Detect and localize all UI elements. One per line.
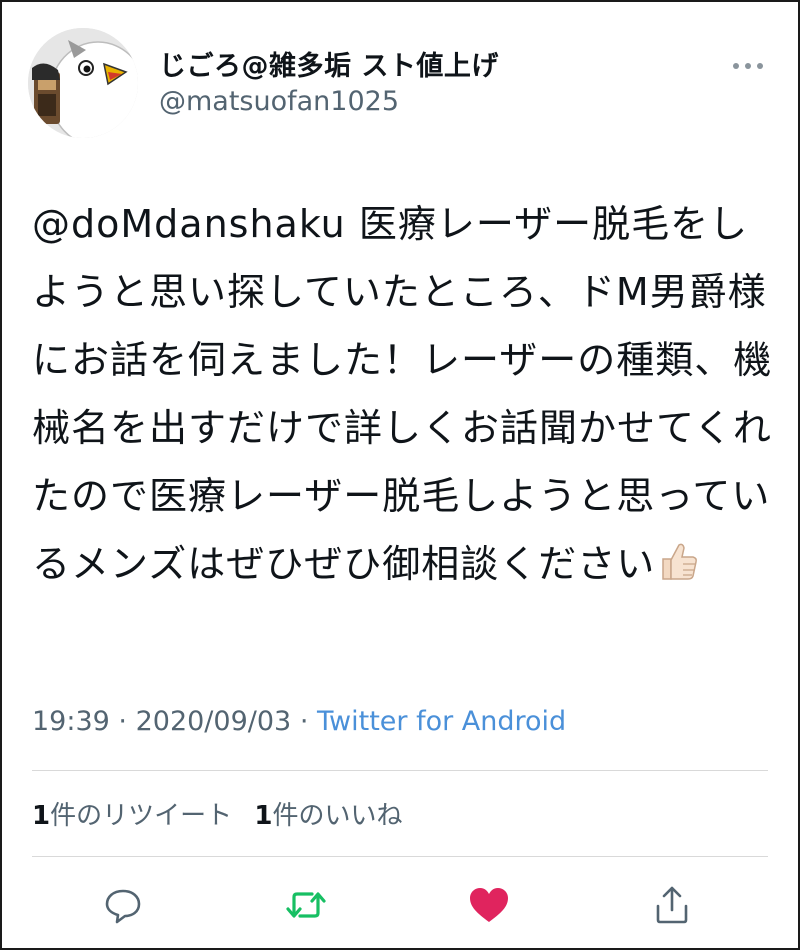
display-name[interactable]: じごろ@雑多垢 スト値上げ — [159, 44, 499, 83]
divider-top — [32, 770, 768, 771]
like-button[interactable] — [466, 882, 512, 928]
retweet-count-link[interactable]: 1件のリツイート — [32, 801, 232, 831]
more-dots-icon — [733, 63, 763, 69]
retweet-icon — [286, 892, 326, 918]
bird-avatar-icon — [28, 28, 138, 138]
tweet-date[interactable]: 2020/09/03 — [136, 706, 292, 737]
tweet-text-line-7: ンズはぜひぜひ御相談ください — [110, 542, 656, 586]
tweet-time[interactable]: 19:39 — [32, 706, 110, 737]
divider-bottom — [32, 856, 768, 857]
reply-button[interactable] — [100, 882, 146, 928]
retweet-button[interactable] — [283, 882, 329, 928]
mention-link[interactable]: @doMdanshaku — [32, 202, 346, 246]
tweet-meta: 19:39 · 2020/09/03 · Twitter for Android — [32, 706, 566, 737]
tweet-text-line-1: 医療レーザー脱毛 — [358, 202, 671, 246]
speech-bubble-icon — [105, 889, 141, 924]
like-count: 1 — [254, 801, 273, 831]
tweet-source-link[interactable]: Twitter for Android — [317, 706, 566, 737]
like-count-label: 件のいいね — [272, 801, 403, 831]
meta-separator-2: · — [299, 706, 309, 737]
engagement-stats: 1件のリツイート 1件のいいね — [32, 795, 416, 832]
tweet-text: @doMdanshaku 医療レーザー脱毛をしようと思い探していたところ、ドM男… — [32, 190, 774, 598]
thumbs-up-icon — [655, 536, 699, 580]
more-options-button[interactable] — [730, 52, 766, 80]
tweet-card: じごろ@雑多垢 スト値上げ @matsuofan1025 @doMdanshak… — [0, 0, 800, 950]
retweet-count-label: 件のリツイート — [50, 801, 233, 831]
user-handle[interactable]: @matsuofan1025 — [159, 86, 399, 117]
like-count-link[interactable]: 1件のいいね — [254, 801, 402, 831]
retweet-count: 1 — [32, 801, 51, 831]
meta-separator-1: · — [118, 706, 127, 737]
heart-icon — [470, 888, 508, 922]
share-button[interactable] — [649, 882, 695, 928]
share-icon — [656, 886, 688, 924]
avatar[interactable] — [28, 28, 138, 138]
